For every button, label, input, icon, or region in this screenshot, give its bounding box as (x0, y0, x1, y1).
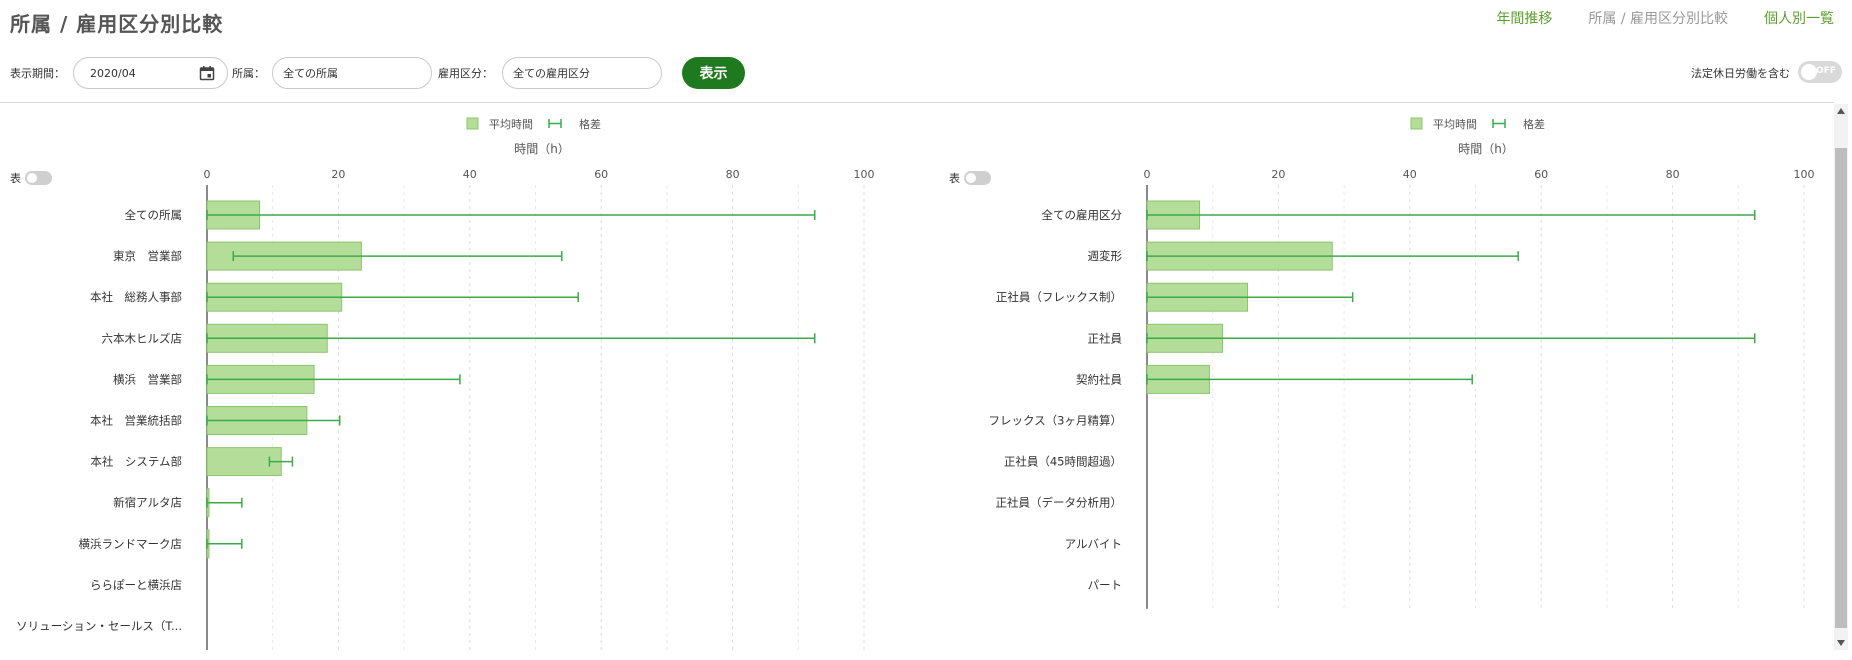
category-label: 横浜 営業部 (113, 372, 182, 386)
category-label: 正社員 (1088, 331, 1123, 345)
period-label: 表示期間： (10, 67, 65, 80)
legend-label-gap: 格差 (1523, 117, 1545, 131)
category-label: 本社 総務人事部 (90, 290, 182, 304)
employment-label: 雇用区分： (438, 67, 493, 80)
category-label: 契約社員 (1076, 372, 1122, 386)
dept-select[interactable]: 全ての所属 (272, 57, 432, 89)
category-label: 週変形 (1088, 249, 1123, 263)
x-tick-label: 20 (331, 168, 345, 181)
scroll-thumb[interactable] (1835, 148, 1847, 628)
category-label: パート (1088, 578, 1123, 592)
toggle-knob (1801, 64, 1817, 80)
category-label: 本社 営業統括部 (90, 414, 182, 428)
x-tick-label: 40 (463, 168, 477, 181)
dept-value: 全ての所属 (283, 67, 338, 80)
x-tick-label: 80 (726, 168, 740, 181)
category-label: フレックス（3ヶ月精算） (989, 414, 1122, 428)
x-tick-label: 100 (854, 168, 875, 181)
legend-swatch-average (466, 117, 479, 130)
category-label: 全ての所属 (125, 208, 183, 222)
x-axis-title: 時間（h） (514, 142, 570, 156)
nav-individual-list[interactable]: 個人別一覧 (1764, 8, 1834, 28)
category-label: 新宿アルタ店 (113, 496, 182, 510)
legend-label-average: 平均時間 (489, 118, 533, 131)
nav-annual-trend[interactable]: 年間推移 (1496, 8, 1552, 28)
category-label: 六本木ヒルズ店 (102, 331, 183, 345)
category-label: 正社員（45時間超過） (1004, 455, 1122, 469)
x-tick-label: 0 (1144, 168, 1151, 181)
legend-label-gap: 格差 (579, 117, 601, 131)
filter-bar: 表示期間： 2020/04 所属： 全ての所属 雇用区分： 全ての雇用区分 表示… (0, 55, 1852, 91)
toggle-off-text: OFF (1816, 66, 1836, 76)
category-label: 本社 システム部 (90, 455, 182, 469)
x-tick-label: 80 (1666, 168, 1680, 181)
scroll-down-arrow[interactable] (1837, 640, 1845, 646)
employment-select[interactable]: 全ての雇用区分 (502, 57, 662, 89)
top-nav: 年間推移 所属 / 雇用区分別比較 個人別一覧 (1496, 8, 1834, 28)
dept-label: 所属： (232, 67, 265, 80)
vertical-scrollbar[interactable] (1834, 104, 1848, 650)
category-label: 全ての雇用区分 (1042, 208, 1123, 222)
category-label: 横浜ランドマーク店 (79, 537, 183, 551)
category-label: 正社員（データ分析用） (996, 496, 1123, 510)
dept-comparison-chart: 平均時間 格差時間（h） 0 20 40 60 80 100 全ての所属東京 営業部本社 総務人… (16, 117, 875, 650)
holiday-work-toggle[interactable]: OFF (1798, 61, 1842, 83)
show-button[interactable]: 表示 (682, 57, 745, 89)
x-tick-label: 0 (204, 168, 211, 181)
employment-value: 全ての雇用区分 (513, 67, 590, 80)
x-axis-title: 時間（h） (1458, 142, 1514, 156)
x-tick-label: 20 (1271, 168, 1285, 181)
category-label: アルバイト (1065, 537, 1122, 551)
x-tick-label: 100 (1794, 168, 1815, 181)
x-tick-label: 40 (1403, 168, 1417, 181)
legend-label-average: 平均時間 (1433, 118, 1477, 131)
employment-comparison-chart: 平均時間 格差時間（h） 0 20 40 60 80 100 全ての雇用区分週変形正社員（フレッ… (989, 117, 1815, 609)
calendar-icon[interactable] (199, 65, 215, 81)
period-field[interactable]: 2020/04 (73, 57, 228, 89)
holiday-work-label: 法定休日労働を含む (1691, 67, 1790, 80)
category-label: 東京 営業部 (113, 249, 182, 263)
category-label: ソリューション・セールス（T... (16, 619, 182, 633)
nav-dept-employment-compare[interactable]: 所属 / 雇用区分別比較 (1588, 8, 1728, 28)
category-label: 正社員（フレックス制） (996, 290, 1122, 304)
divider (0, 102, 1834, 103)
scroll-up-arrow[interactable] (1837, 108, 1845, 114)
x-tick-label: 60 (594, 168, 608, 181)
period-value: 2020/04 (90, 66, 136, 80)
page-title: 所属 / 雇用区分別比較 (10, 12, 224, 36)
legend-swatch-average (1410, 117, 1423, 130)
category-label: ららぽーと横浜店 (90, 578, 182, 592)
x-tick-label: 60 (1534, 168, 1548, 181)
